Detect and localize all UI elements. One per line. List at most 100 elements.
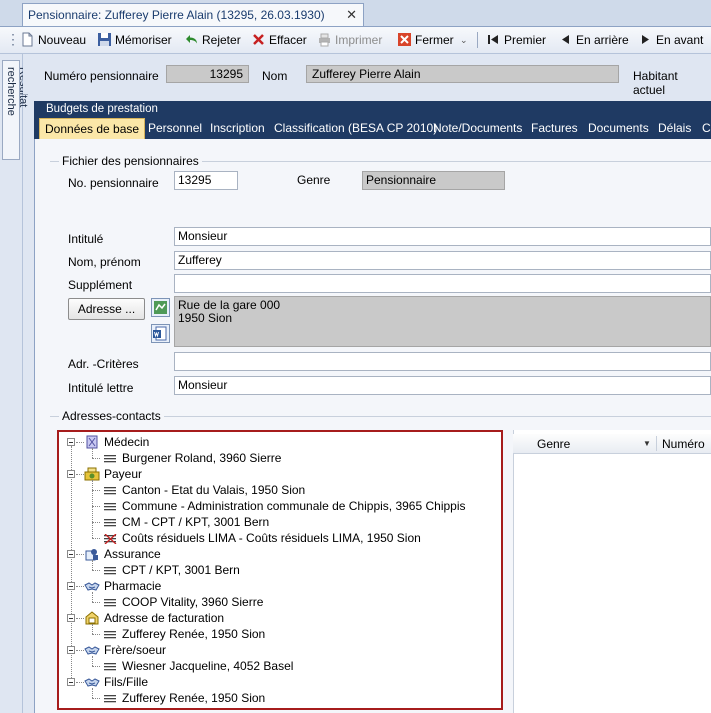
tree-collapse-icon[interactable]	[67, 438, 75, 446]
tree-connector	[92, 602, 100, 603]
tab-documents[interactable]: Documents	[588, 118, 649, 139]
grid-col-numero[interactable]: Numéro	[662, 437, 705, 451]
save-button[interactable]: Mémoriser	[97, 31, 172, 49]
first-button[interactable]: Premier	[486, 31, 546, 49]
tree-collapse-icon[interactable]	[67, 646, 75, 654]
supplement-input[interactable]	[174, 274, 711, 293]
tree-connector	[92, 480, 93, 538]
contacts-grid	[513, 430, 711, 713]
tree-category[interactable]: Médecin	[104, 434, 149, 450]
overflow-chevron-icon[interactable]: ⌄	[460, 31, 468, 49]
toolbar: ⋮ Nouveau Mémoriser Rejeter Effacer Impr…	[0, 27, 711, 54]
tree-collapse-icon[interactable]	[67, 678, 75, 686]
address-button[interactable]: Adresse ...	[68, 298, 145, 320]
tree-contact-item[interactable]: Coûts résiduels LIMA - Coûts résiduels L…	[122, 530, 421, 546]
tree-connector	[76, 618, 84, 619]
tree-connector	[92, 538, 100, 539]
doctor-icon	[84, 435, 100, 449]
search-results-tab[interactable]: Résultat recherche	[2, 60, 29, 160]
tree-category[interactable]: Assurance	[104, 546, 161, 562]
word-document-icon[interactable]	[151, 324, 170, 343]
document-tab[interactable]: Pensionnaire: Zufferey Pierre Alain (132…	[22, 3, 364, 26]
tab-delais[interactable]: Délais	[658, 118, 691, 139]
tree-contact-item[interactable]: Canton - Etat du Valais, 1950 Sion	[122, 482, 305, 498]
print-button[interactable]: Imprimer	[317, 31, 382, 49]
tree-connector	[92, 688, 93, 698]
tree-category[interactable]: Frère/soeur	[104, 642, 166, 658]
tree-connector	[92, 666, 100, 667]
tree-connector	[92, 634, 100, 635]
delete-button[interactable]: Effacer	[251, 31, 307, 49]
new-button-label: Nouveau	[38, 33, 87, 47]
grid-col-genre[interactable]: Genre	[537, 437, 570, 451]
intitule-input[interactable]: Monsieur	[174, 227, 711, 246]
tab-classification[interactable]: Classification (BESA CP 2010)	[274, 118, 437, 139]
delete-icon	[251, 32, 266, 47]
close-window-icon	[397, 32, 412, 47]
print-icon	[317, 32, 332, 47]
new-button[interactable]: Nouveau	[20, 31, 86, 49]
tree-connector	[76, 650, 84, 651]
save-icon	[97, 32, 112, 47]
tab-inscription[interactable]: Inscription	[210, 118, 265, 139]
tree-category[interactable]: Payeur	[104, 466, 142, 482]
tree-connector	[92, 458, 100, 459]
tree-connector	[92, 490, 100, 491]
supplement-label: Supplément	[68, 278, 133, 292]
close-icon[interactable]: ✕	[346, 7, 357, 23]
previous-button[interactable]: En arrière	[558, 31, 629, 49]
tree-connector	[92, 698, 100, 699]
criteres-input[interactable]	[174, 352, 711, 371]
tab-factures[interactable]: Factures	[531, 118, 578, 139]
tree-contact-item[interactable]: COOP Vitality, 3960 Sierre	[122, 594, 263, 610]
save-button-label: Mémoriser	[115, 33, 172, 47]
tree-contact-item[interactable]: Zufferey Renée, 1950 Sion	[122, 626, 265, 642]
name-field: Zufferey Pierre Alain	[306, 65, 619, 83]
resident-header: Numéro pensionnaire 13295 Nom Zufferey P…	[23, 54, 711, 97]
intitule-lettre-label: Intitulé lettre	[68, 381, 134, 395]
tab-personnel[interactable]: Personnel	[148, 118, 202, 139]
tree-contact-item[interactable]: Commune - Administration communale de Ch…	[122, 498, 466, 514]
next-button[interactable]: En avant	[638, 31, 703, 49]
tab-note-documents[interactable]: Note/Documents	[433, 118, 522, 139]
tree-contact-item[interactable]: CPT / KPT, 3001 Bern	[122, 562, 240, 578]
nom-prenom-input[interactable]: Zufferey	[174, 251, 711, 270]
close-button[interactable]: Fermer	[397, 31, 454, 49]
tree-connector	[92, 506, 100, 507]
tree-category[interactable]: Adresse de facturation	[104, 610, 224, 626]
budget-bar[interactable]: Budgets de prestation	[34, 101, 711, 118]
map-icon[interactable]	[151, 298, 170, 317]
tree-collapse-icon[interactable]	[67, 582, 75, 590]
resident-number-field: 13295	[166, 65, 249, 83]
tree-connector	[92, 624, 93, 634]
no-pensionnaire-label: No. pensionnaire	[68, 176, 159, 190]
contact-card-icon	[104, 502, 118, 512]
tree-collapse-icon[interactable]	[67, 614, 75, 622]
next-button-label: En avant	[656, 33, 704, 47]
tree-contact-item[interactable]: CM - CPT / KPT, 3001 Bern	[122, 514, 269, 530]
billing-address-icon	[84, 611, 100, 625]
sort-dropdown-icon[interactable]: ▼	[643, 439, 651, 448]
tree-contact-item[interactable]: Burgener Roland, 3960 Sierre	[122, 450, 281, 466]
contact-card-icon	[104, 518, 118, 528]
next-icon	[638, 32, 653, 47]
address-line-1: Rue de la gare 000	[178, 298, 281, 312]
criteres-label: Adr. -Critères	[68, 357, 139, 371]
tree-connector	[92, 592, 93, 602]
tree-contact-item[interactable]: Wiesner Jacqueline, 4052 Basel	[122, 658, 293, 674]
tab-cl[interactable]: Cl	[702, 118, 711, 139]
undo-icon	[184, 32, 199, 47]
tree-category[interactable]: Pharmacie	[104, 578, 161, 594]
no-pensionnaire-input[interactable]: 13295	[174, 171, 238, 190]
intitule-lettre-input[interactable]: Monsieur	[174, 376, 711, 395]
address-display: Rue de la gare 000 1950 Sion	[174, 296, 711, 347]
tree-collapse-icon[interactable]	[67, 550, 75, 558]
payer-icon	[84, 467, 100, 481]
tree-collapse-icon[interactable]	[67, 470, 75, 478]
tree-contact-item[interactable]: Zufferey Renée, 1950 Sion	[122, 690, 265, 706]
reject-button[interactable]: Rejeter	[184, 31, 241, 49]
close-button-label: Fermer	[415, 33, 454, 47]
contacts-tree: Médecin Burgener Roland, 3960 Sierre Payeu…	[57, 430, 503, 710]
tab-donnees-de-base[interactable]: Données de base	[39, 118, 146, 139]
tree-category[interactable]: Fils/Fille	[104, 674, 148, 690]
